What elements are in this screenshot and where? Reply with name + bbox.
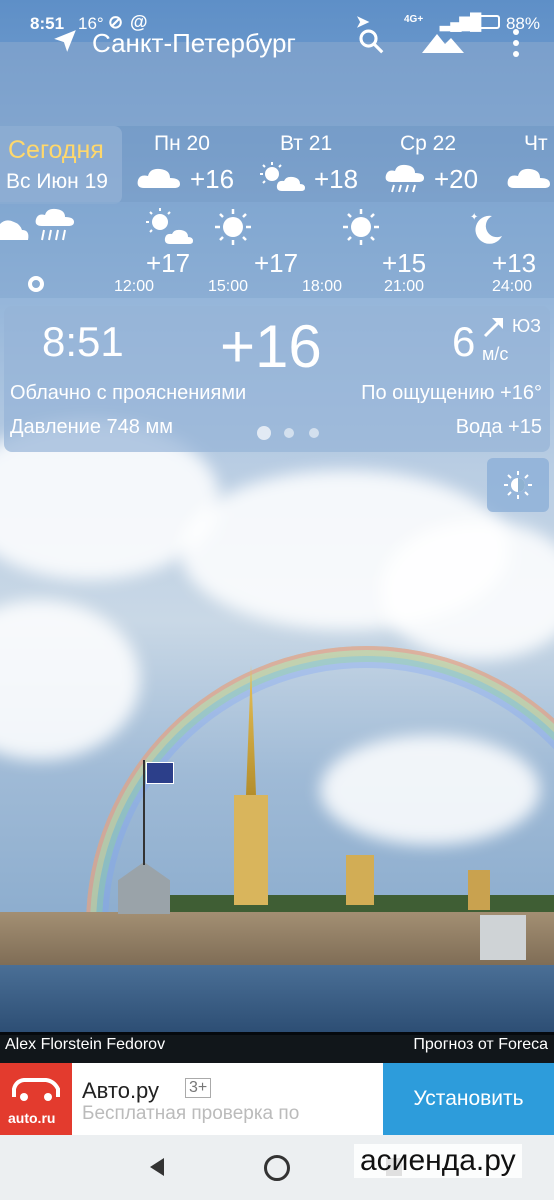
sun-icon xyxy=(343,209,379,245)
dome-building xyxy=(346,855,374,905)
hour-time: 12:00 xyxy=(114,278,155,295)
watermark: асиенда.ру xyxy=(354,1144,522,1178)
river-water xyxy=(0,965,554,1035)
ad-description: Бесплатная проверка по xyxy=(82,1103,300,1124)
page-dot-active[interactable] xyxy=(257,426,271,440)
cloud-icon xyxy=(0,220,29,240)
car-icon xyxy=(12,1078,60,1101)
current-hour-indicator xyxy=(28,276,44,292)
hour-item[interactable]: ✦ +13 24:00 xyxy=(460,206,554,298)
rain-cloud-icon xyxy=(35,208,74,241)
search-icon[interactable] xyxy=(356,26,386,56)
brightness-icon xyxy=(504,471,532,499)
today-date: Вс Июн 19 xyxy=(6,170,108,193)
sun-icon xyxy=(215,209,251,245)
ad-logo-text: auto.ru xyxy=(8,1110,56,1126)
install-button-label: Установить xyxy=(413,1087,524,1110)
hour-time: 18:00 xyxy=(302,278,343,295)
hour-item[interactable]: +15 21:00 xyxy=(340,206,440,298)
sun-cloud-icon xyxy=(146,208,193,244)
rain-cloud-icon xyxy=(385,164,424,193)
water-temperature: Вода +15 xyxy=(455,416,542,438)
battery-icon xyxy=(470,15,500,29)
mountain-icon[interactable] xyxy=(420,26,466,56)
day-name: Вт 21 xyxy=(280,132,333,155)
day-temp: +20 xyxy=(434,164,479,194)
network-label: 4G+ xyxy=(404,14,424,25)
today-label: Сегодня xyxy=(8,136,104,164)
flag xyxy=(146,762,174,784)
partly-cloudy-icon xyxy=(137,168,180,188)
sun-cloud-icon xyxy=(260,162,305,191)
more-menu-icon[interactable] xyxy=(506,26,526,60)
feels-like: По ощущению +16° xyxy=(361,382,542,404)
day-temp: +18 xyxy=(314,164,359,194)
back-icon[interactable] xyxy=(150,1158,164,1176)
ad-title[interactable]: Авто.ру xyxy=(82,1078,159,1104)
day-name: Пн 20 xyxy=(154,132,210,155)
age-rating-badge: 3+ xyxy=(185,1078,212,1098)
hour-time: 21:00 xyxy=(384,278,425,295)
hour-time: 15:00 xyxy=(208,278,249,295)
day-temp: +16 xyxy=(190,164,235,194)
hour-temp: +17 xyxy=(254,248,299,278)
svg-text:✦: ✦ xyxy=(470,212,478,223)
fortress-wall xyxy=(0,912,554,967)
wind-unit: м/с xyxy=(482,344,509,364)
cloud-icon xyxy=(507,168,550,188)
page-dot[interactable] xyxy=(309,428,319,438)
location-icon[interactable] xyxy=(52,28,78,54)
photo-credit[interactable]: Alex Florstein Fedorov xyxy=(5,1036,165,1054)
wind-speed: 6 xyxy=(452,318,476,365)
day-item[interactable]: Чт xyxy=(506,130,554,200)
hour-temp: +17 xyxy=(146,248,191,278)
forecast-credit[interactable]: Прогноз от Foreca xyxy=(413,1036,548,1054)
small-tower xyxy=(468,870,490,910)
current-temperature: +16 xyxy=(220,313,322,380)
day-item[interactable]: Ср 22 +20 xyxy=(384,130,494,200)
day-name: Ср 22 xyxy=(400,132,457,155)
current-time: 8:51 xyxy=(42,318,124,365)
hour-item[interactable]: +17 12:00 xyxy=(110,206,193,298)
hour-item[interactable]: +17 15:00 xyxy=(206,206,298,298)
city-name[interactable]: Санкт-Петербург xyxy=(92,28,296,59)
hour-temp: +13 xyxy=(492,248,537,278)
gate-building xyxy=(480,915,526,960)
day-item[interactable]: Вт 21 +18 xyxy=(258,130,368,200)
home-icon[interactable] xyxy=(264,1155,290,1181)
day-item[interactable]: Пн 20 +16 xyxy=(136,130,246,200)
moon-stars-icon: ✦ xyxy=(470,212,502,244)
bell-tower xyxy=(234,795,268,905)
cloud-shape xyxy=(0,600,140,760)
hour-time: 24:00 xyxy=(492,278,533,295)
theme-toggle-button[interactable] xyxy=(487,458,549,512)
wind-direction: ЮЗ xyxy=(512,316,542,336)
day-name: Чт xyxy=(524,132,548,155)
wind-direction-icon xyxy=(483,317,504,338)
flagpole xyxy=(143,760,145,865)
pressure: Давление 748 мм xyxy=(10,416,173,438)
page-dot[interactable] xyxy=(284,428,294,438)
weather-condition: Облачно с прояснениями xyxy=(10,382,247,404)
hour-temp: +15 xyxy=(382,248,427,278)
